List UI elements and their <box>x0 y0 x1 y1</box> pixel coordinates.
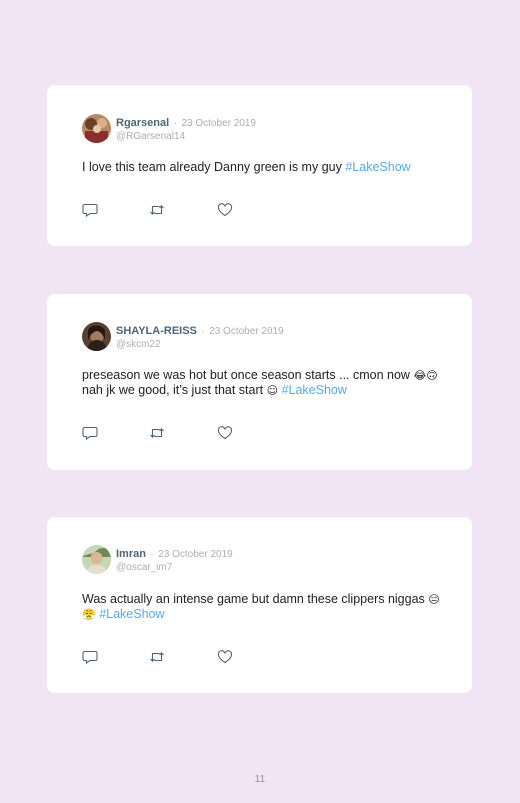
hashtag-link[interactable]: #LakeShow <box>345 160 410 174</box>
heart-icon[interactable] <box>217 650 233 664</box>
reply-icon[interactable] <box>82 426 98 440</box>
avatar[interactable] <box>82 114 111 143</box>
tweet-header: Rgarsenal · 23 October 2019 @RGarsenal14 <box>116 115 256 143</box>
tweet-header: SHAYLA-REISS · 23 October 2019 @skcm22 <box>116 323 284 351</box>
avatar[interactable] <box>82 322 111 351</box>
tweet-text: preseason we was hot but once season sta… <box>82 368 452 398</box>
hashtag-link[interactable]: #LakeShow <box>282 383 347 397</box>
retweet-icon[interactable] <box>149 203 165 217</box>
tweet-body: I love this team already Danny green is … <box>82 160 342 174</box>
avatar[interactable] <box>82 545 111 574</box>
reply-icon[interactable] <box>82 203 98 217</box>
author-name[interactable]: Imran <box>116 548 146 560</box>
separator: · <box>173 118 177 129</box>
separator: · <box>201 326 205 337</box>
retweet-icon[interactable] <box>149 426 165 440</box>
tweet-body: preseason we was hot but once season sta… <box>82 368 410 382</box>
tweet-text: I love this team already Danny green is … <box>82 160 452 175</box>
tweet-body: Was actually an intense game but damn th… <box>82 592 425 606</box>
tweet-card: Imran · 23 October 2019 @oscar_im7 Was a… <box>47 517 472 693</box>
tweet-date[interactable]: 23 October 2019 <box>181 118 256 129</box>
tweet-card: SHAYLA-REISS · 23 October 2019 @skcm22 p… <box>47 294 472 470</box>
emoji-group: 😂🙃 <box>413 369 438 382</box>
tweet-card: Rgarsenal · 23 October 2019 @RGarsenal14… <box>47 85 472 246</box>
heart-icon[interactable] <box>217 203 233 217</box>
retweet-icon[interactable] <box>149 650 165 664</box>
page-number: 11 <box>254 774 266 785</box>
tweet-header: Imran · 23 October 2019 @oscar_im7 <box>116 546 233 574</box>
tweet-date[interactable]: 23 October 2019 <box>209 326 284 337</box>
author-handle[interactable]: @oscar_im7 <box>116 561 233 574</box>
reply-icon[interactable] <box>82 650 98 664</box>
hashtag-link[interactable]: #LakeShow <box>99 607 164 621</box>
tweet-body-continued: nah jk we good, it’s just that start <box>82 383 264 397</box>
author-handle[interactable]: @skcm22 <box>116 338 284 351</box>
author-handle[interactable]: @RGarsenal14 <box>116 130 256 143</box>
author-name[interactable]: Rgarsenal <box>116 117 169 129</box>
tweet-date[interactable]: 23 October 2019 <box>158 549 233 560</box>
emoji-smile: ☺ <box>266 384 279 397</box>
author-name[interactable]: SHAYLA-REISS <box>116 325 197 337</box>
tweet-text: Was actually an intense game but damn th… <box>82 592 452 622</box>
heart-icon[interactable] <box>217 426 233 440</box>
separator: · <box>150 549 154 560</box>
